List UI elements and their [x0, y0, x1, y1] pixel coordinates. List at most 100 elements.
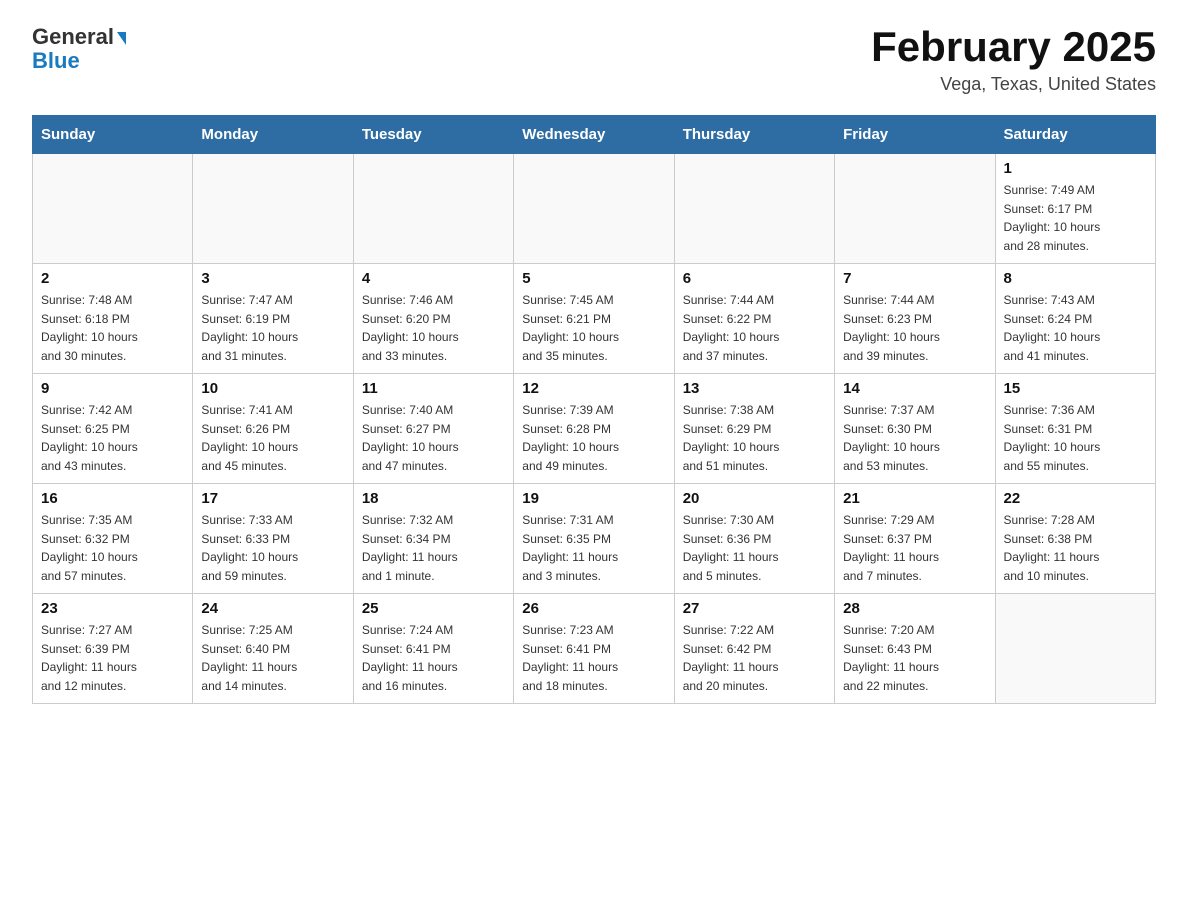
day-cell: 11 Sunrise: 7:40 AM Sunset: 6:27 PM Dayli…: [353, 374, 513, 484]
day-info: Sunrise: 7:30 AM Sunset: 6:36 PM Dayligh…: [683, 511, 826, 585]
day-info: Sunrise: 7:47 AM Sunset: 6:19 PM Dayligh…: [201, 291, 344, 365]
day-info: Sunrise: 7:35 AM Sunset: 6:32 PM Dayligh…: [41, 511, 184, 585]
logo-general-text: General: [32, 24, 114, 50]
day-cell: 25 Sunrise: 7:24 AM Sunset: 6:41 PM Dayli…: [353, 594, 513, 704]
weekday-header-wednesday: Wednesday: [514, 116, 674, 154]
day-number: 10: [201, 380, 344, 397]
day-cell: 14 Sunrise: 7:37 AM Sunset: 6:30 PM Dayli…: [835, 374, 995, 484]
day-cell: 10 Sunrise: 7:41 AM Sunset: 6:26 PM Dayli…: [193, 374, 353, 484]
day-info: Sunrise: 7:20 AM Sunset: 6:43 PM Dayligh…: [843, 621, 986, 695]
day-info: Sunrise: 7:41 AM Sunset: 6:26 PM Dayligh…: [201, 401, 344, 475]
day-info: Sunrise: 7:31 AM Sunset: 6:35 PM Dayligh…: [522, 511, 665, 585]
day-info: Sunrise: 7:29 AM Sunset: 6:37 PM Dayligh…: [843, 511, 986, 585]
day-cell: 13 Sunrise: 7:38 AM Sunset: 6:29 PM Dayli…: [674, 374, 834, 484]
day-info: Sunrise: 7:40 AM Sunset: 6:27 PM Dayligh…: [362, 401, 505, 475]
day-info: Sunrise: 7:48 AM Sunset: 6:18 PM Dayligh…: [41, 291, 184, 365]
week-row-5: 23 Sunrise: 7:27 AM Sunset: 6:39 PM Dayli…: [33, 594, 1156, 704]
day-number: 8: [1004, 270, 1147, 287]
location-title: Vega, Texas, United States: [871, 74, 1156, 95]
weekday-row: SundayMondayTuesdayWednesdayThursdayFrid…: [33, 116, 1156, 154]
day-cell: 6 Sunrise: 7:44 AM Sunset: 6:22 PM Daylig…: [674, 264, 834, 374]
day-info: Sunrise: 7:45 AM Sunset: 6:21 PM Dayligh…: [522, 291, 665, 365]
day-number: 12: [522, 380, 665, 397]
day-cell: 21 Sunrise: 7:29 AM Sunset: 6:37 PM Dayli…: [835, 484, 995, 594]
day-cell: 26 Sunrise: 7:23 AM Sunset: 6:41 PM Dayli…: [514, 594, 674, 704]
day-number: 6: [683, 270, 826, 287]
day-info: Sunrise: 7:46 AM Sunset: 6:20 PM Dayligh…: [362, 291, 505, 365]
day-info: Sunrise: 7:44 AM Sunset: 6:22 PM Dayligh…: [683, 291, 826, 365]
week-row-4: 16Sunrise: 7:35 AM Sunset: 6:32 PM Dayli…: [33, 484, 1156, 594]
day-number: 27: [683, 600, 826, 617]
day-info: Sunrise: 7:43 AM Sunset: 6:24 PM Dayligh…: [1004, 291, 1147, 365]
weekday-header-tuesday: Tuesday: [353, 116, 513, 154]
day-number: 2: [41, 270, 184, 287]
day-cell: 28Sunrise: 7:20 AM Sunset: 6:43 PM Dayli…: [835, 594, 995, 704]
day-number: 5: [522, 270, 665, 287]
weekday-header-monday: Monday: [193, 116, 353, 154]
day-info: Sunrise: 7:44 AM Sunset: 6:23 PM Dayligh…: [843, 291, 986, 365]
day-cell: 22 Sunrise: 7:28 AM Sunset: 6:38 PM Dayli…: [995, 484, 1155, 594]
day-cell: 24 Sunrise: 7:25 AM Sunset: 6:40 PM Dayli…: [193, 594, 353, 704]
day-number: 14: [843, 380, 986, 397]
day-number: 22: [1004, 490, 1147, 507]
day-number: 9: [41, 380, 184, 397]
weekday-header-friday: Friday: [835, 116, 995, 154]
day-cell: 20Sunrise: 7:30 AM Sunset: 6:36 PM Dayli…: [674, 484, 834, 594]
calendar-body: 1Sunrise: 7:49 AM Sunset: 6:17 PM Daylig…: [33, 154, 1156, 704]
day-cell: 16Sunrise: 7:35 AM Sunset: 6:32 PM Dayli…: [33, 484, 193, 594]
day-cell: 15Sunrise: 7:36 AM Sunset: 6:31 PM Dayli…: [995, 374, 1155, 484]
day-cell: [193, 154, 353, 264]
day-info: Sunrise: 7:38 AM Sunset: 6:29 PM Dayligh…: [683, 401, 826, 475]
day-info: Sunrise: 7:49 AM Sunset: 6:17 PM Dayligh…: [1004, 181, 1147, 255]
day-cell: 9Sunrise: 7:42 AM Sunset: 6:25 PM Daylig…: [33, 374, 193, 484]
day-cell: 1Sunrise: 7:49 AM Sunset: 6:17 PM Daylig…: [995, 154, 1155, 264]
month-title: February 2025: [871, 24, 1156, 70]
day-number: 19: [522, 490, 665, 507]
day-number: 11: [362, 380, 505, 397]
day-cell: 7 Sunrise: 7:44 AM Sunset: 6:23 PM Daylig…: [835, 264, 995, 374]
day-info: Sunrise: 7:33 AM Sunset: 6:33 PM Dayligh…: [201, 511, 344, 585]
day-number: 4: [362, 270, 505, 287]
day-number: 24: [201, 600, 344, 617]
page-header: General Blue February 2025 Vega, Texas, …: [32, 24, 1156, 95]
day-info: Sunrise: 7:37 AM Sunset: 6:30 PM Dayligh…: [843, 401, 986, 475]
day-number: 21: [843, 490, 986, 507]
day-info: Sunrise: 7:24 AM Sunset: 6:41 PM Dayligh…: [362, 621, 505, 695]
day-cell: 23 Sunrise: 7:27 AM Sunset: 6:39 PM Dayli…: [33, 594, 193, 704]
day-info: Sunrise: 7:28 AM Sunset: 6:38 PM Dayligh…: [1004, 511, 1147, 585]
day-number: 26: [522, 600, 665, 617]
week-row-2: 2 Sunrise: 7:48 AM Sunset: 6:18 PM Daylig…: [33, 264, 1156, 374]
day-number: 25: [362, 600, 505, 617]
logo-arrow-icon: [117, 32, 126, 45]
day-cell: [514, 154, 674, 264]
day-cell: 3 Sunrise: 7:47 AM Sunset: 6:19 PM Daylig…: [193, 264, 353, 374]
weekday-header-sunday: Sunday: [33, 116, 193, 154]
day-number: 7: [843, 270, 986, 287]
week-row-1: 1Sunrise: 7:49 AM Sunset: 6:17 PM Daylig…: [33, 154, 1156, 264]
day-cell: 17 Sunrise: 7:33 AM Sunset: 6:33 PM Dayli…: [193, 484, 353, 594]
day-cell: 19 Sunrise: 7:31 AM Sunset: 6:35 PM Dayli…: [514, 484, 674, 594]
day-number: 23: [41, 600, 184, 617]
day-info: Sunrise: 7:23 AM Sunset: 6:41 PM Dayligh…: [522, 621, 665, 695]
day-number: 13: [683, 380, 826, 397]
day-cell: 8 Sunrise: 7:43 AM Sunset: 6:24 PM Daylig…: [995, 264, 1155, 374]
day-cell: 2 Sunrise: 7:48 AM Sunset: 6:18 PM Daylig…: [33, 264, 193, 374]
day-cell: [995, 594, 1155, 704]
calendar-table: SundayMondayTuesdayWednesdayThursdayFrid…: [32, 115, 1156, 704]
day-info: Sunrise: 7:22 AM Sunset: 6:42 PM Dayligh…: [683, 621, 826, 695]
day-number: 17: [201, 490, 344, 507]
day-cell: 27 Sunrise: 7:22 AM Sunset: 6:42 PM Dayli…: [674, 594, 834, 704]
calendar-header: SundayMondayTuesdayWednesdayThursdayFrid…: [33, 116, 1156, 154]
day-cell: [835, 154, 995, 264]
day-cell: 5 Sunrise: 7:45 AM Sunset: 6:21 PM Daylig…: [514, 264, 674, 374]
day-info: Sunrise: 7:25 AM Sunset: 6:40 PM Dayligh…: [201, 621, 344, 695]
day-cell: [353, 154, 513, 264]
day-number: 18: [362, 490, 505, 507]
day-info: Sunrise: 7:27 AM Sunset: 6:39 PM Dayligh…: [41, 621, 184, 695]
day-info: Sunrise: 7:39 AM Sunset: 6:28 PM Dayligh…: [522, 401, 665, 475]
day-number: 3: [201, 270, 344, 287]
day-cell: 4 Sunrise: 7:46 AM Sunset: 6:20 PM Daylig…: [353, 264, 513, 374]
logo-blue-text: Blue: [32, 50, 80, 72]
week-row-3: 9Sunrise: 7:42 AM Sunset: 6:25 PM Daylig…: [33, 374, 1156, 484]
weekday-header-thursday: Thursday: [674, 116, 834, 154]
